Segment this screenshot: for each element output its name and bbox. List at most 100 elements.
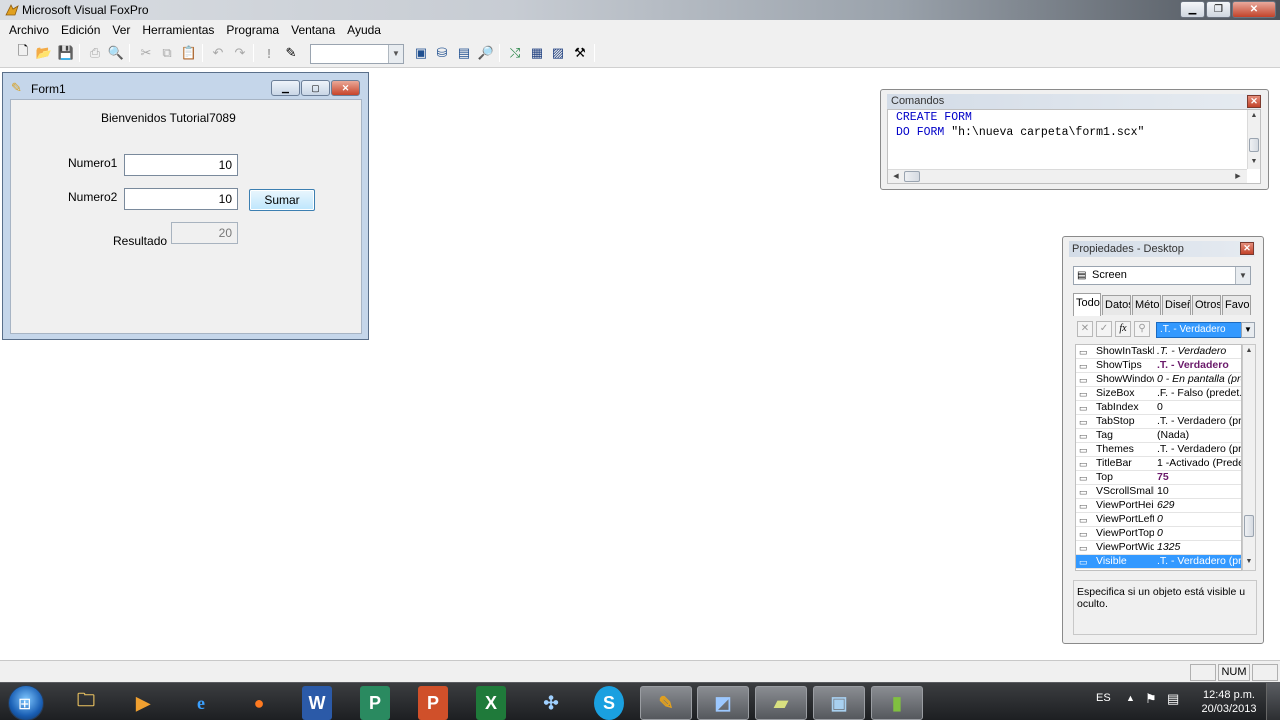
property-value[interactable]: 0 xyxy=(1157,527,1241,540)
property-row[interactable]: ▭ TabStop .T. - Verdadero (predet.) xyxy=(1076,415,1241,429)
property-row[interactable]: ▭ ShowTips .T. - Verdadero xyxy=(1076,359,1241,373)
tab-diseno[interactable]: Diseño xyxy=(1162,295,1191,315)
window-taskbar-icon[interactable]: ◩ xyxy=(697,686,749,720)
properties-window[interactable]: Propiedades - Desktop ✕ ▤ Screen ▼ Todo … xyxy=(1062,236,1264,644)
property-value[interactable]: .T. - Verdadero xyxy=(1157,345,1241,358)
property-row[interactable]: ▭ Top 75 xyxy=(1076,471,1241,485)
command-close-icon[interactable]: ✕ xyxy=(1247,95,1261,108)
property-value[interactable]: 1325 xyxy=(1157,541,1241,554)
accept-icon[interactable]: ✓ xyxy=(1096,321,1112,337)
show-hidden-icons-icon[interactable]: ▲ xyxy=(1126,693,1135,720)
zoom-icon[interactable]: ⚲ xyxy=(1134,321,1150,337)
media-player-icon[interactable]: ▶ xyxy=(117,686,169,720)
numero2-input[interactable]: 10 xyxy=(124,188,238,210)
new-file-icon[interactable]: 🗋 xyxy=(14,43,32,62)
menu-ventana[interactable]: Ventana xyxy=(285,23,341,37)
internet-explorer-icon[interactable]: e xyxy=(175,686,227,720)
property-row[interactable]: ▭ ViewPortWidth1325 xyxy=(1076,541,1241,555)
numero1-input[interactable]: 10 xyxy=(124,154,238,176)
property-value[interactable]: .F. - Falso (predet.) xyxy=(1157,387,1241,400)
properties-close-icon[interactable]: ✕ xyxy=(1240,242,1254,255)
tab-metodos[interactable]: Métodos xyxy=(1132,295,1161,315)
print-preview-icon[interactable]: 🔍 xyxy=(107,44,125,62)
explorer-icon[interactable]: 🗀 xyxy=(60,686,112,720)
cancel-icon[interactable]: ✕ xyxy=(1077,321,1093,337)
redo-icon[interactable]: ↷ xyxy=(231,44,249,62)
form-maximize-button[interactable]: ▢ xyxy=(301,80,330,96)
property-row[interactable]: ▭ Tag (Nada) xyxy=(1076,429,1241,443)
property-value[interactable]: .T. - Verdadero xyxy=(1157,359,1241,372)
function-icon[interactable]: fx xyxy=(1115,321,1131,337)
property-value[interactable]: (Nada) xyxy=(1157,429,1241,442)
print-icon[interactable]: ⎙ xyxy=(86,44,104,62)
command-vertical-scrollbar[interactable]: ▲ ▼ xyxy=(1247,110,1260,169)
menu-programa[interactable]: Programa xyxy=(220,23,285,37)
property-value[interactable]: 0 xyxy=(1157,401,1241,414)
publisher-icon[interactable]: P xyxy=(360,686,390,720)
scroll-down-icon[interactable]: ▼ xyxy=(1248,158,1260,165)
scroll-up-icon[interactable]: ▲ xyxy=(1248,112,1260,119)
tab-todo[interactable]: Todo xyxy=(1073,293,1101,316)
form-wizard-icon[interactable]: ▦ xyxy=(528,44,546,62)
property-row[interactable]: ▭ ViewPortHeight629 xyxy=(1076,499,1241,513)
property-row[interactable]: ▭ SizeBox .F. - Falso (predet.) xyxy=(1076,387,1241,401)
properties-window-icon[interactable]: ▤ xyxy=(455,44,473,62)
sumar-button[interactable]: Sumar xyxy=(249,189,315,211)
report-icon[interactable]: ▨ xyxy=(549,44,567,62)
network-icon[interactable]: ✣ xyxy=(525,686,577,720)
tab-otros[interactable]: Otros xyxy=(1192,295,1221,315)
scroll-down-icon[interactable]: ▼ xyxy=(1243,558,1255,565)
property-row[interactable]: ▭ ViewPortTop 0 xyxy=(1076,527,1241,541)
excel-icon[interactable]: X xyxy=(476,686,506,720)
command-window-title-bar[interactable]: Comandos xyxy=(887,94,1261,109)
property-value[interactable]: .T. - Verdadero (predet.) xyxy=(1157,443,1241,456)
property-row[interactable]: ▭ TabIndex 0 xyxy=(1076,401,1241,415)
close-button[interactable]: ✕ xyxy=(1232,1,1276,18)
tab-favoritos[interactable]: Favoritos xyxy=(1222,295,1251,315)
network-tray-icon[interactable]: ▤ xyxy=(1167,691,1179,720)
property-row[interactable]: ▭ ViewPortLeft 0 xyxy=(1076,513,1241,527)
command-horizontal-scrollbar[interactable]: ◀ ▶ xyxy=(888,169,1247,183)
form1-window[interactable]: ✎ Form1 ▁ ▢ ✕ Bienvenidos Tutorial7089 N… xyxy=(2,72,369,340)
tab-datos[interactable]: Datos xyxy=(1102,295,1131,315)
property-row[interactable]: ▭ TitleBar 1 -Activado (Predet.) xyxy=(1076,457,1241,471)
modify-form-icon[interactable]: ✎ xyxy=(282,44,300,62)
property-row[interactable]: ▭ Themes .T. - Verdadero (predet.) xyxy=(1076,443,1241,457)
open-folder-icon[interactable]: 📂 xyxy=(35,44,53,62)
powerpoint-icon[interactable]: P xyxy=(418,686,448,720)
database-combo[interactable]: ▼ xyxy=(310,44,404,64)
property-row[interactable]: ▭ ShowWindow0 - En pantalla (predet.) xyxy=(1076,373,1241,387)
minimize-button[interactable]: ▁ xyxy=(1180,1,1205,18)
menu-archivo[interactable]: Archivo xyxy=(3,23,55,37)
run-icon[interactable]: ! xyxy=(260,44,278,62)
data-session-icon[interactable]: ⛁ xyxy=(433,44,451,62)
property-value[interactable]: 75 xyxy=(1157,471,1241,484)
command-hscroll-thumb[interactable] xyxy=(904,171,920,182)
form-minimize-button[interactable]: ▁ xyxy=(271,80,300,96)
scroll-left-icon[interactable]: ◀ xyxy=(890,172,902,180)
word-icon[interactable]: W xyxy=(302,686,332,720)
form-close-button[interactable]: ✕ xyxy=(331,80,360,96)
property-value[interactable]: .T. - Verdadero (predet.) xyxy=(1157,555,1241,568)
firefox-icon[interactable]: ● xyxy=(233,686,285,720)
save-icon[interactable]: 💾 xyxy=(57,44,75,62)
language-indicator[interactable]: ES xyxy=(1096,692,1111,720)
menu-edicion[interactable]: Edición xyxy=(55,23,106,37)
properties-scroll-thumb[interactable] xyxy=(1244,515,1254,537)
notes-taskbar-icon[interactable]: ▰ xyxy=(755,686,807,720)
property-row[interactable]: ▭ Visible .T. - Verdadero (predet.) xyxy=(1076,555,1241,569)
show-desktop-button[interactable] xyxy=(1266,683,1280,720)
property-value-editor[interactable]: .T. - Verdadero xyxy=(1156,322,1242,338)
recorder-taskbar-icon[interactable]: ▮ xyxy=(871,686,923,720)
skype-icon[interactable]: S xyxy=(594,686,624,720)
command-editor[interactable]: CREATE FORM DO FORM "h:\nueva carpeta\fo… xyxy=(887,109,1261,184)
property-value[interactable]: 1 -Activado (Predet.) xyxy=(1157,457,1241,470)
clock[interactable]: 12:48 p.m. 20/03/2013 xyxy=(1200,688,1258,720)
maximize-button[interactable]: ❐ xyxy=(1206,1,1231,18)
view-code-icon[interactable]: 🔎 xyxy=(477,44,495,62)
command-window[interactable]: Comandos ✕ CREATE FORM DO FORM "h:\nueva… xyxy=(880,89,1269,190)
undo-icon[interactable]: ↶ xyxy=(209,44,227,62)
menu-ver[interactable]: Ver xyxy=(106,23,136,37)
scroll-up-icon[interactable]: ▲ xyxy=(1243,347,1255,354)
command-window-icon[interactable]: ▣ xyxy=(412,44,430,62)
